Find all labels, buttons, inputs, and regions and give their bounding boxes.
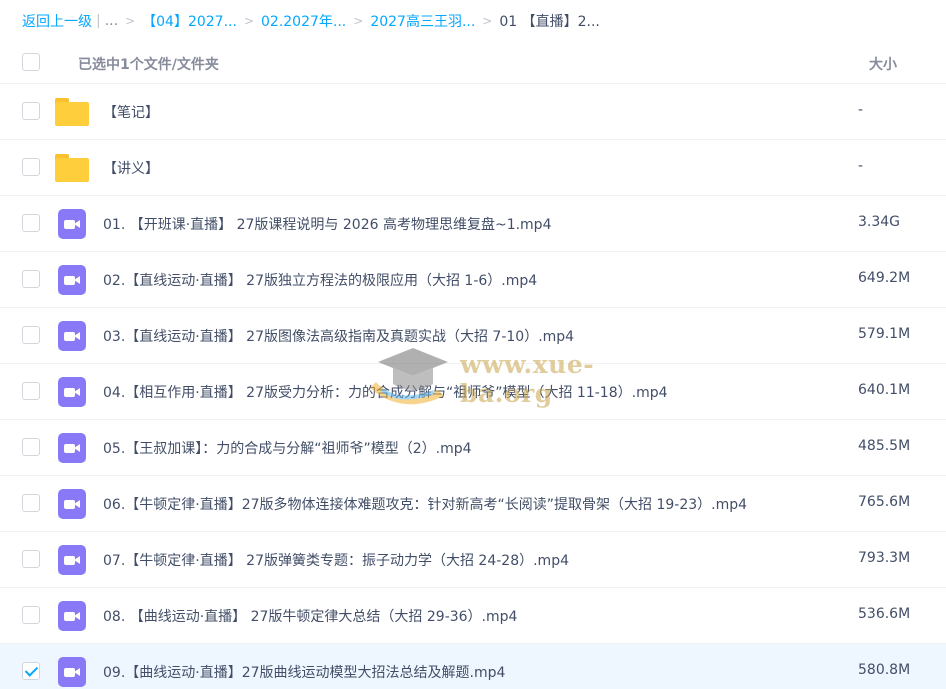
file-row[interactable]: 05.【王叔加课】：力的合成与分解“祖师爷”模型（2）.mp4 485.5M: [0, 420, 946, 476]
file-row[interactable]: 04.【相互作用·直播】 27版受力分析：力的合成分解与“祖师爷”模型（大招 1…: [0, 364, 946, 420]
file-row[interactable]: 09.【曲线运动·直播】27版曲线运动模型大招法总结及解题.mp4 580.8M: [0, 644, 946, 689]
file-row[interactable]: 07.【牛顿定律·直播】 27版弹簧类专题：振子动力学（大招 24-28）.mp…: [0, 532, 946, 588]
folder-icon: [55, 154, 89, 182]
row-checkbox[interactable]: [22, 438, 40, 456]
chevron-right-icon: >: [125, 14, 136, 28]
row-checkbox[interactable]: [22, 214, 40, 232]
file-size: 640.1M: [858, 382, 911, 398]
row-checkbox[interactable]: [22, 494, 40, 512]
breadcrumb-item[interactable]: 【04】2027...: [142, 11, 237, 31]
folder-icon: [55, 98, 89, 126]
row-checkbox[interactable]: [22, 382, 40, 400]
file-size: 765.6M: [858, 494, 911, 510]
file-name[interactable]: 03.【直线运动·直播】 27版图像法高级指南及真题实战（大招 7-10）.mp…: [103, 326, 574, 346]
video-file-icon: [58, 657, 86, 687]
chevron-right-icon: >: [353, 14, 364, 28]
video-file-icon: [58, 545, 86, 575]
file-name[interactable]: 07.【牛顿定律·直播】 27版弹簧类专题：振子动力学（大招 24-28）.mp…: [103, 550, 569, 570]
select-all-checkbox[interactable]: [22, 53, 40, 71]
file-size: 3.34G: [858, 214, 901, 230]
file-size: 649.2M: [858, 270, 911, 286]
breadcrumb-current: 01 【直播】2...: [499, 14, 600, 30]
file-name[interactable]: 09.【曲线运动·直播】27版曲线运动模型大招法总结及解题.mp4: [103, 662, 505, 682]
file-name[interactable]: 04.【相互作用·直播】 27版受力分析：力的合成分解与“祖师爷”模型（大招 1…: [103, 382, 668, 402]
file-name[interactable]: 05.【王叔加课】：力的合成与分解“祖师爷”模型（2）.mp4: [103, 438, 472, 458]
file-name[interactable]: 08. 【曲线运动·直播】 27版牛顿定律大总结（大招 29-36）.mp4: [103, 606, 517, 626]
row-checkbox[interactable]: [22, 326, 40, 344]
video-file-icon: [58, 601, 86, 631]
file-size: -: [858, 158, 864, 174]
file-size: 793.3M: [858, 550, 911, 566]
file-size: 580.8M: [858, 662, 911, 678]
breadcrumb-divider: |: [96, 13, 101, 29]
file-name[interactable]: 06.【牛顿定律·直播】27版多物体连接体难题攻克：针对新高考“长阅读”提取骨架…: [103, 494, 747, 514]
chevron-right-icon: >: [243, 14, 254, 28]
file-size: -: [858, 102, 864, 118]
file-size: 485.5M: [858, 438, 911, 454]
video-file-icon: [58, 377, 86, 407]
folder-row[interactable]: 【笔记】 -: [0, 84, 946, 140]
video-file-icon: [58, 489, 86, 519]
file-row[interactable]: 08. 【曲线运动·直播】 27版牛顿定律大总结（大招 29-36）.mp4 53…: [0, 588, 946, 644]
file-row[interactable]: 03.【直线运动·直播】 27版图像法高级指南及真题实战（大招 7-10）.mp…: [0, 308, 946, 364]
file-name[interactable]: 【讲义】: [103, 158, 159, 178]
folder-row[interactable]: 【讲义】 -: [0, 140, 946, 196]
row-checkbox[interactable]: [22, 550, 40, 568]
row-checkbox[interactable]: [22, 606, 40, 624]
file-name[interactable]: 【笔记】: [103, 102, 159, 122]
file-name[interactable]: 01. 【开班课·直播】 27版课程说明与 2026 高考物理思维复盘~1.mp…: [103, 214, 551, 234]
row-checkbox[interactable]: [22, 158, 40, 176]
breadcrumb-ellipsis[interactable]: ...: [105, 13, 118, 29]
file-row[interactable]: 02.【直线运动·直播】 27版独立方程法的极限应用（大招 1-6）.mp4 64…: [0, 252, 946, 308]
file-size: 579.1M: [858, 326, 911, 342]
file-row[interactable]: 06.【牛顿定律·直播】27版多物体连接体难题攻克：针对新高考“长阅读”提取骨架…: [0, 476, 946, 532]
file-row[interactable]: 01. 【开班课·直播】 27版课程说明与 2026 高考物理思维复盘~1.mp…: [0, 196, 946, 252]
file-name[interactable]: 02.【直线运动·直播】 27版独立方程法的极限应用（大招 1-6）.mp4: [103, 270, 537, 290]
video-file-icon: [58, 321, 86, 351]
chevron-right-icon: >: [482, 14, 493, 28]
size-column-header[interactable]: 大小: [869, 54, 897, 74]
row-checkbox[interactable]: [22, 102, 40, 120]
file-size: 536.6M: [858, 606, 911, 622]
video-file-icon: [58, 209, 86, 239]
row-checkbox[interactable]: [22, 270, 40, 288]
back-link[interactable]: 返回上一级: [22, 11, 92, 31]
file-list: 【笔记】 - 【讲义】 - 01. 【开班课·直播】 27版课程说明与 2026 高考物…: [0, 84, 946, 689]
video-file-icon: [58, 265, 86, 295]
selection-count: 已选中1个文件/文件夹: [78, 57, 219, 73]
breadcrumb-item[interactable]: 2027高三王羽...: [370, 11, 475, 31]
video-file-icon: [58, 433, 86, 463]
breadcrumb: 返回上一级 | ... > 【04】2027... > 02.2027年... …: [0, 0, 946, 42]
breadcrumb-item[interactable]: 02.2027年...: [261, 11, 346, 31]
file-list-header: 已选中1个文件/文件夹 大小: [0, 42, 946, 84]
row-checkbox[interactable]: [22, 662, 40, 680]
